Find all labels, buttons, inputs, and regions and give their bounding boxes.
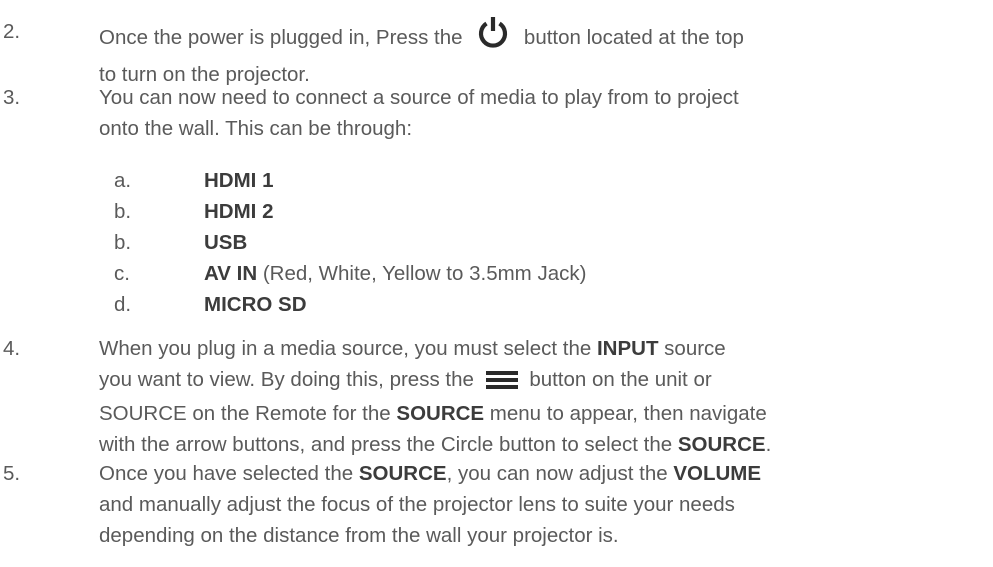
- step-text: You can now need to connect a source of …: [99, 86, 739, 140]
- step-text: When you plug in a media source, you mus…: [99, 337, 772, 456]
- step-number: 3.: [3, 86, 21, 109]
- step-text: Once the power is plugged in, Press the …: [99, 16, 979, 90]
- instruction-page: 2. Once the power is plugged in, Press t…: [0, 0, 993, 567]
- power-icon: [476, 16, 510, 59]
- step-text: Once you have selected the SOURCE, you c…: [99, 462, 762, 547]
- step-number: 2.: [3, 20, 21, 43]
- step-number: 4.: [3, 337, 21, 360]
- menu-icon: [485, 367, 518, 398]
- step-number: 5.: [3, 462, 21, 485]
